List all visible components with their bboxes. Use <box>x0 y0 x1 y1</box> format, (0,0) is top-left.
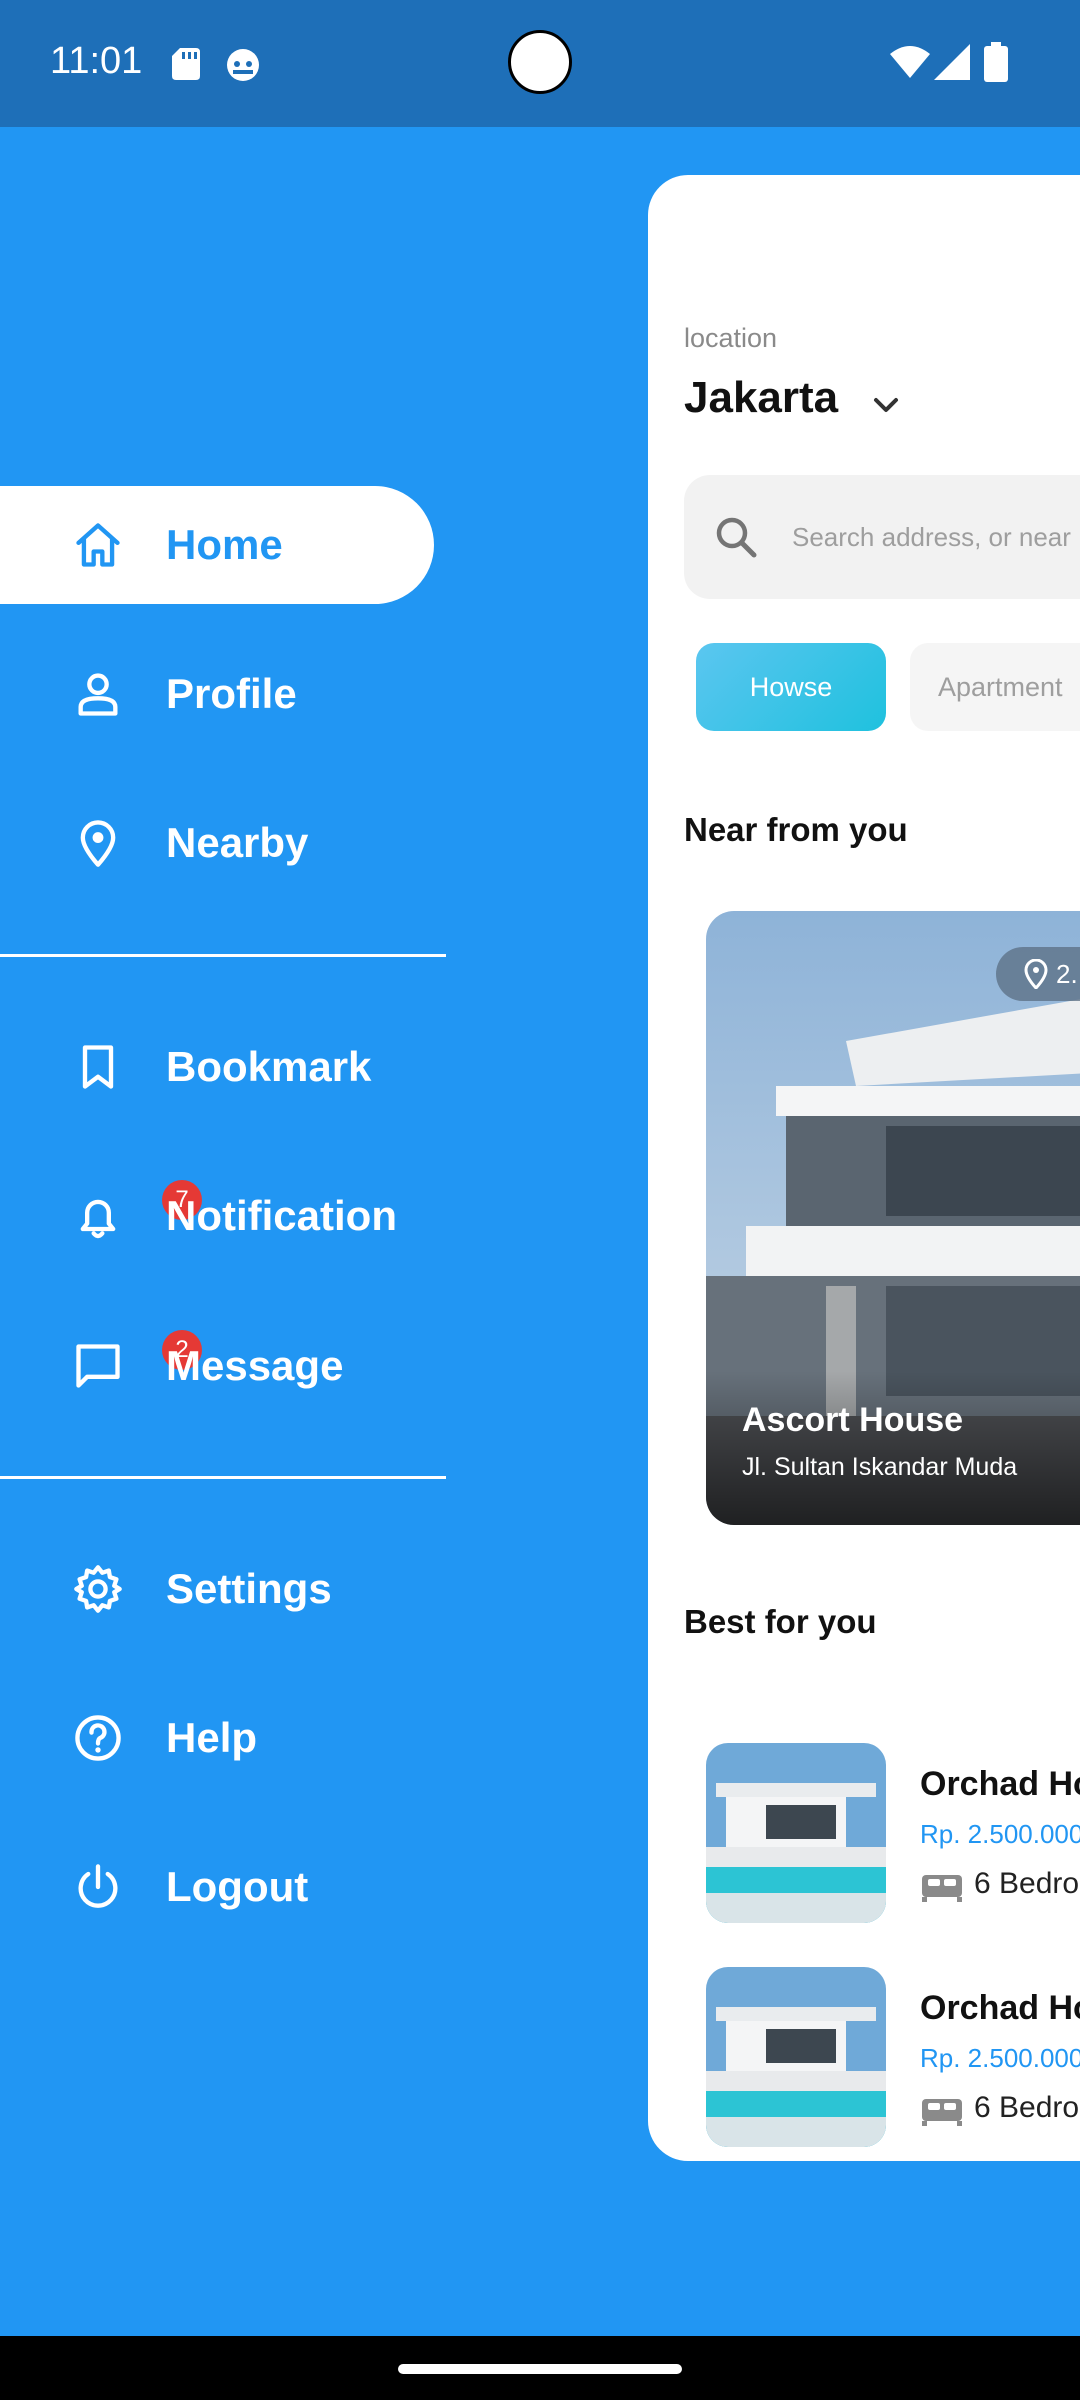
drawer-label-home: Home <box>166 521 283 568</box>
house-thumbnail <box>706 1967 886 2147</box>
best-house-price: Rp. 2.500.000 <box>920 2043 1080 2073</box>
home-icon <box>70 517 126 573</box>
drawer-label-profile: Profile <box>166 670 297 717</box>
status-time: 11:01 <box>50 40 143 82</box>
drawer-divider <box>0 954 446 957</box>
location-city[interactable]: Jakarta <box>684 373 838 423</box>
chevron-down-icon[interactable] <box>866 385 906 425</box>
search-input[interactable] <box>792 515 1080 559</box>
status-bar: 11:01 <box>0 0 1080 127</box>
drawer-item-home[interactable]: Home <box>0 486 434 604</box>
battery-icon <box>984 42 1008 82</box>
drawer-label-settings: Settings <box>166 1565 332 1612</box>
drawer-label-message: Message <box>166 1342 344 1389</box>
drawer-label-notification: Notification <box>166 1192 397 1239</box>
distance-badge: 2. <box>996 947 1080 1001</box>
wifi-icon <box>890 46 930 78</box>
featured-house-name: Ascort House <box>742 1401 964 1439</box>
drawer-item-help[interactable]: Help <box>0 1679 434 1797</box>
drawer-item-notification[interactable]: 7 Notification <box>0 1157 434 1275</box>
bell-icon: 7 <box>70 1180 202 1244</box>
drawer-item-nearby[interactable]: Nearby <box>0 784 434 902</box>
camera-cutout <box>508 30 572 94</box>
featured-house-address: Jl. Sultan Iskandar Muda <box>742 1453 1018 1481</box>
person-icon <box>70 666 126 722</box>
category-chip-howse[interactable]: Howse <box>696 643 886 731</box>
best-house-bedrooms: 6 Bedro <box>974 2091 1080 2124</box>
bed-icon <box>922 2099 962 2126</box>
drawer-item-profile[interactable]: Profile <box>0 635 434 753</box>
bed-icon <box>922 1875 962 1902</box>
best-house-name: Orchad Ho <box>920 1989 1080 2027</box>
house-thumbnail <box>706 1743 886 1923</box>
android-debug-icon <box>227 49 259 81</box>
drawer-divider <box>0 1476 446 1479</box>
drawer-label-nearby: Nearby <box>166 819 309 866</box>
best-for-you-title: Best for you <box>684 1603 877 1640</box>
home-gesture-handle[interactable] <box>398 2364 682 2374</box>
drawer-item-bookmark[interactable]: Bookmark <box>0 1008 434 1126</box>
best-house-bedrooms: 6 Bedro <box>974 1867 1080 1900</box>
help-icon <box>70 1710 126 1766</box>
location-pin-icon <box>70 815 126 871</box>
category-chip-apartment[interactable]: Apartment <box>910 643 1080 731</box>
drawer-label-bookmark: Bookmark <box>166 1043 372 1090</box>
signal-icon <box>934 44 970 80</box>
location-pin-icon <box>1024 959 1048 989</box>
location-caption: location <box>684 323 778 353</box>
gear-icon <box>70 1561 126 1617</box>
search-icon <box>716 517 757 558</box>
drawer-item-message[interactable]: 2 Message <box>0 1307 434 1425</box>
drawer-label-logout: Logout <box>166 1863 309 1910</box>
sd-card-icon <box>172 48 200 80</box>
chat-icon: 2 <box>70 1330 202 1394</box>
home-screen-card[interactable]: location Jakarta Howse Apartment Near fr… <box>648 175 1080 2161</box>
best-house-item[interactable]: Orchad Ho Rp. 2.500.000 6 Bedro <box>706 1967 1080 2147</box>
drawer-item-logout[interactable]: Logout <box>0 1828 434 1946</box>
best-house-name: Orchad Ho <box>920 1765 1080 1803</box>
bookmark-icon <box>70 1039 126 1095</box>
drawer-label-help: Help <box>166 1714 258 1761</box>
distance-value: 2. <box>1056 958 1078 989</box>
power-icon <box>70 1859 126 1915</box>
near-from-you-title: Near from you <box>684 811 908 848</box>
featured-house-card[interactable]: 2. Ascort House Jl. Sultan Iskandar Muda <box>706 911 1080 1525</box>
best-house-price: Rp. 2.500.000 <box>920 1819 1080 1849</box>
best-house-item[interactable]: Orchad Ho Rp. 2.500.000 6 Bedro <box>706 1743 1080 1923</box>
drawer-item-settings[interactable]: Settings <box>0 1530 434 1648</box>
search-bar[interactable] <box>684 475 1080 599</box>
